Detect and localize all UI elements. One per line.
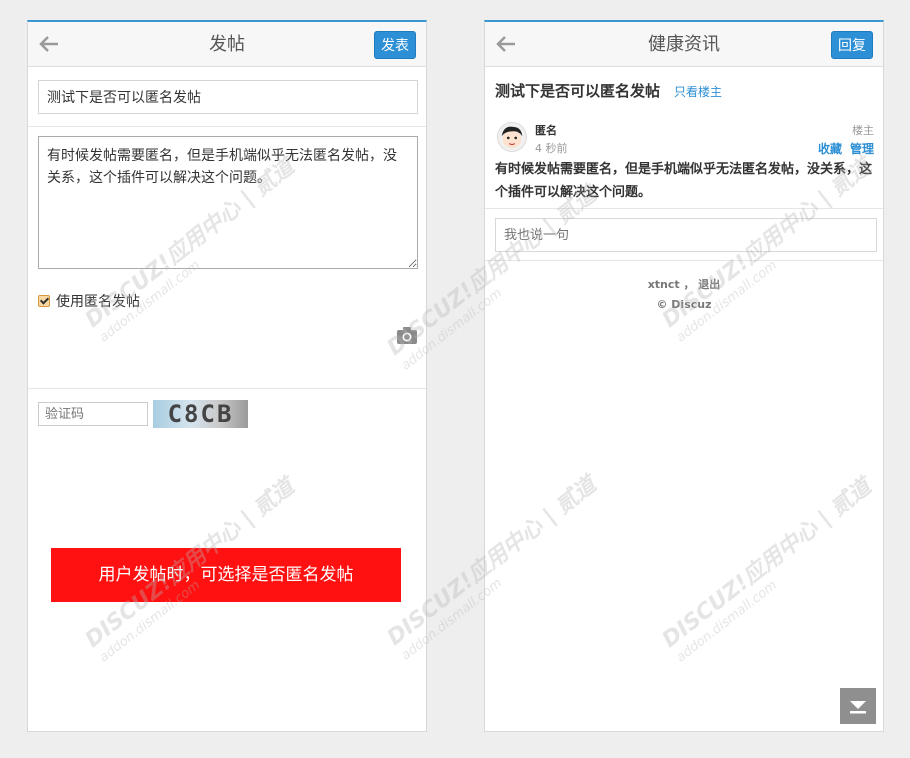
anonymous-option[interactable]: 使用匿名发帖 [38, 291, 140, 311]
scroll-to-bottom-button[interactable] [840, 688, 876, 724]
download-arrow-icon [850, 701, 866, 714]
camera-icon[interactable] [397, 327, 417, 344]
divider [485, 260, 883, 261]
thread-title-text: 测试下是否可以匿名发帖 [495, 82, 661, 100]
favorite-link[interactable]: 收藏 [818, 142, 842, 156]
forum-title: 健康资讯 [648, 34, 720, 55]
compose-topbar: 发帖 发表 [28, 22, 426, 67]
publish-button[interactable]: 发表 [374, 31, 416, 59]
post-content: 有时候发帖需要匿名，但是手机端似乎无法匿名发帖，没关系，这个插件可以解决这个问题… [495, 162, 873, 200]
message-textarea[interactable]: 有时候发帖需要匿名，但是手机端似乎无法匿名发帖，没关系，这个插件可以解决这个问题… [38, 136, 418, 269]
divider [28, 126, 426, 127]
divider [485, 208, 883, 209]
page-title: 发帖 [209, 34, 245, 55]
floor-label: 楼主 [852, 124, 874, 137]
anonymous-label: 使用匿名发帖 [56, 294, 140, 310]
thread-title: 测试下是否可以匿名发帖 只看楼主 [495, 80, 722, 101]
avatar[interactable] [497, 122, 527, 152]
author-name[interactable]: 匿名 [535, 122, 557, 138]
captcha-image[interactable]: C8CB [153, 400, 248, 428]
compose-screen: 发帖 发表 有时候发帖需要匿名，但是手机端似乎无法匿名发帖，没关系，这个插件可以… [27, 20, 427, 732]
quick-reply-input[interactable] [495, 218, 877, 252]
anonymous-checkbox[interactable] [38, 295, 50, 307]
footer-copyright: © Discuz [656, 298, 712, 311]
avatar-face-icon [501, 126, 523, 149]
only-op-link[interactable]: 只看楼主 [674, 83, 722, 100]
promo-banner: 用户发帖时，可选择是否匿名发帖 [51, 548, 401, 602]
divider [28, 388, 426, 389]
thread-topbar: 健康资讯 回复 [485, 22, 883, 67]
post-actions: 收藏 管理 [810, 140, 874, 157]
thread-screen: 健康资讯 回复 测试下是否可以匿名发帖 只看楼主 匿名 4 秒前 楼主 收藏 管理… [484, 20, 884, 732]
subject-input[interactable] [38, 80, 418, 114]
footer-user-links[interactable]: xtnct ， 退出 [485, 276, 883, 292]
watermark: DISCUZ!应用中心 | 贰道 addon.dismall.com [657, 474, 877, 666]
captcha-input[interactable] [38, 402, 148, 426]
post-time: 4 秒前 [535, 142, 568, 155]
reply-button[interactable]: 回复 [831, 31, 873, 59]
manage-link[interactable]: 管理 [850, 142, 874, 156]
